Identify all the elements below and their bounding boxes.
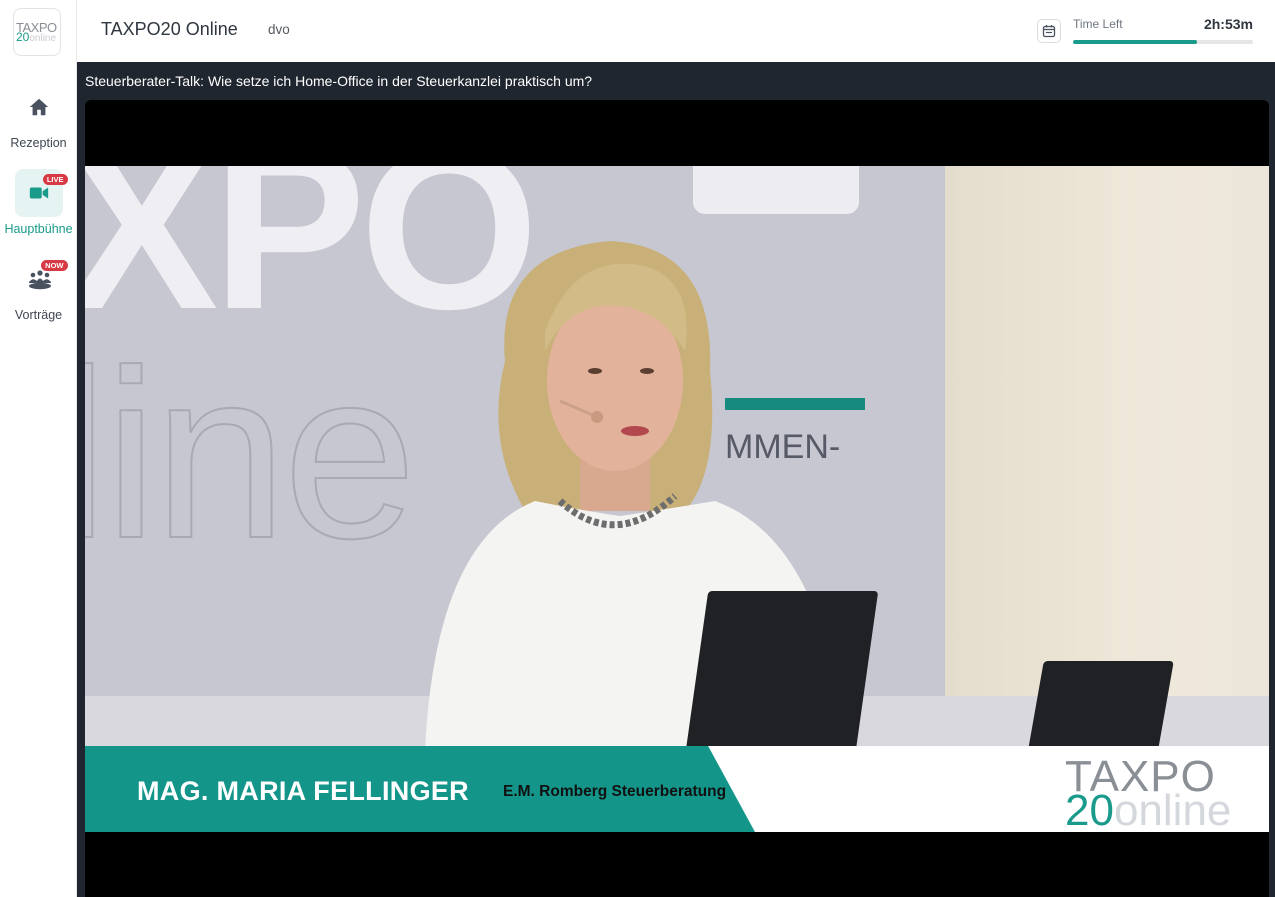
speaker-lower-third: MAG. MARIA FELLINGER E.M. Romberg Steuer…: [85, 746, 1269, 832]
audience-icon: [28, 270, 51, 290]
app-logo[interactable]: TAXPO 20online: [13, 8, 61, 56]
time-left-progress-fill: [1073, 40, 1198, 44]
time-left-label: Time Left: [1073, 17, 1123, 31]
sidebar-item-vortraege[interactable]: NOW Vorträge: [0, 255, 77, 322]
backdrop-tile: [693, 166, 859, 214]
logo-sub: online: [29, 33, 57, 44]
home-icon: [29, 98, 48, 116]
sidebar-item-rezeption-icon-wrap: [15, 83, 63, 131]
sidebar-item-vortraege-icon-wrap: NOW: [15, 255, 68, 303]
main-stage: Steuerberater-Talk: Wie setze ich Home-O…: [77, 62, 1275, 897]
calendar-icon: [1042, 25, 1056, 38]
sidebar: TAXPO 20online Rezeption LIVE Hauptbühne…: [0, 0, 77, 897]
sidebar-item-label: Hauptbühne: [4, 222, 73, 236]
session-title: Steuerberater-Talk: Wie setze ich Home-O…: [85, 73, 593, 89]
live-badge: LIVE: [42, 174, 68, 185]
now-badge: NOW: [41, 260, 68, 271]
video-frame: XPO line MMEN- MAG. MARIA FELLINGER E.M.…: [85, 166, 1269, 832]
laptop-left: [685, 591, 879, 751]
sidebar-item-label: Vorträge: [14, 308, 63, 322]
logo-number: 20: [16, 30, 30, 44]
speaker-organization: E.M. Romberg Steuerberatung: [503, 783, 727, 800]
watermark-bottom: 20online: [1065, 786, 1231, 832]
user-name[interactable]: dvo: [268, 22, 290, 37]
calendar-button[interactable]: [1037, 19, 1061, 43]
watermark-number: 20: [1065, 786, 1114, 832]
logo-text-bottom: 20online: [16, 30, 56, 44]
time-left-progress: [1073, 40, 1253, 44]
stage-wall: [945, 166, 1269, 746]
sidebar-item-hauptbuehne[interactable]: LIVE Hauptbühne: [0, 169, 77, 236]
video-camera-icon: [29, 187, 48, 199]
video-player[interactable]: XPO line MMEN- MAG. MARIA FELLINGER E.M.…: [85, 100, 1269, 897]
sidebar-item-rezeption[interactable]: Rezeption: [0, 83, 77, 150]
speaker-name: MAG. MARIA FELLINGER: [137, 776, 469, 806]
app-title: TAXPO20 Online: [101, 19, 238, 39]
sidebar-item-label: Rezeption: [10, 136, 67, 150]
top-bar: TAXPO20 Online dvo Time Left 2h:53m: [77, 0, 1275, 62]
time-left-value: 2h:53m: [1203, 16, 1253, 32]
watermark-sub: online: [1113, 786, 1232, 832]
backdrop-outline-text: line: [85, 319, 418, 589]
sidebar-item-hauptbuehne-icon-wrap: LIVE: [14, 169, 68, 217]
